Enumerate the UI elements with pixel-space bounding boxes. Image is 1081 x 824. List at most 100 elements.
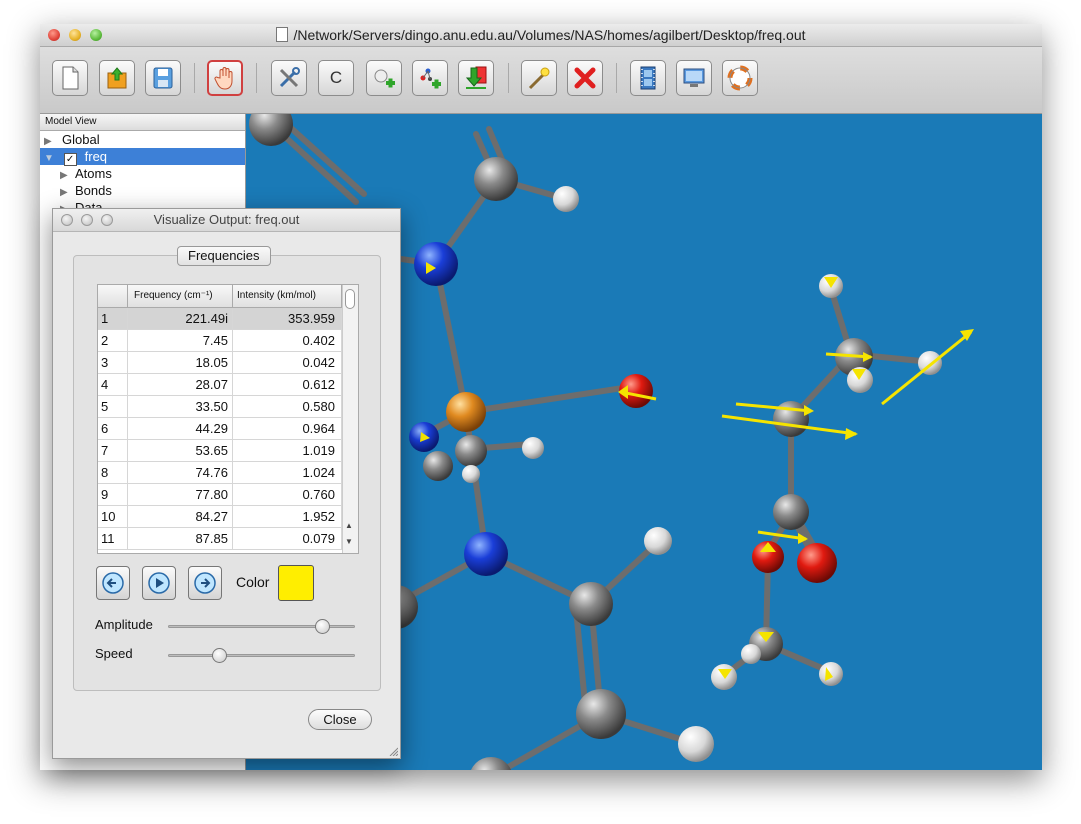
intensity-cell: 0.042	[233, 352, 342, 373]
build-tools-icon	[279, 67, 300, 88]
table-row[interactable]: 11 87.85 0.079	[98, 528, 342, 550]
vibration-vectors	[420, 262, 974, 681]
table-row[interactable]: 9 77.80 0.760	[98, 484, 342, 506]
frequency-cell: 18.05	[128, 352, 233, 373]
table-row[interactable]: 8 74.76 1.024	[98, 462, 342, 484]
frequency-cell: 77.80	[128, 484, 233, 505]
film-icon	[640, 66, 656, 90]
column-header-index[interactable]	[98, 285, 128, 307]
dialog-zoom-button[interactable]	[101, 214, 113, 226]
frequency-cell: 28.07	[128, 374, 233, 395]
intensity-cell: 1.024	[233, 462, 342, 483]
new-file-button[interactable]	[52, 60, 88, 96]
table-row[interactable]: 4 28.07 0.612	[98, 374, 342, 396]
frequency-cell: 53.65	[128, 440, 233, 461]
close-button[interactable]: Close	[308, 709, 372, 730]
table-row[interactable]: 3 18.05 0.042	[98, 352, 342, 374]
row-index-cell: 2	[98, 330, 128, 351]
monitor-icon	[683, 68, 705, 87]
play-animation-button[interactable]	[142, 566, 176, 600]
dialog-minimize-button[interactable]	[81, 214, 93, 226]
add-atom-button[interactable]	[366, 60, 402, 96]
frequency-cell: 44.29	[128, 418, 233, 439]
table-row[interactable]: 10 84.27 1.952	[98, 506, 342, 528]
row-index-cell: 7	[98, 440, 128, 461]
intensity-cell: 0.402	[233, 330, 342, 351]
frequency-cell: 221.49i	[128, 308, 233, 329]
wand-button[interactable]	[521, 60, 557, 96]
hand-tool-icon	[214, 67, 233, 90]
row-index-cell: 8	[98, 462, 128, 483]
open-file-icon	[107, 67, 127, 89]
frequencies-tab[interactable]: Frequencies	[177, 246, 271, 266]
scrollbar-thumb[interactable]	[345, 289, 355, 309]
tree-item-bonds[interactable]: ▶ Bonds	[40, 182, 245, 199]
speed-slider[interactable]	[168, 648, 355, 663]
next-mode-button[interactable]	[188, 566, 222, 600]
right-arrow-icon	[194, 572, 216, 594]
toolbar-separator	[508, 63, 509, 93]
table-row[interactable]: 5 33.50 0.580	[98, 396, 342, 418]
speed-label: Speed	[95, 646, 133, 661]
amplitude-slider[interactable]	[168, 619, 355, 634]
toolbar-separator	[616, 63, 617, 93]
table-row[interactable]: 7 53.65 1.019	[98, 440, 342, 462]
intensity-cell: 0.612	[233, 374, 342, 395]
add-atom-icon	[374, 69, 395, 88]
toolbar-separator	[194, 63, 195, 93]
column-header-frequency[interactable]: Frequency (cm⁻¹)	[128, 285, 233, 307]
previous-mode-button[interactable]	[96, 566, 130, 600]
frequency-cell: 74.76	[128, 462, 233, 483]
amplitude-label: Amplitude	[95, 617, 153, 632]
movie-button[interactable]	[630, 60, 666, 96]
intensity-cell: 1.952	[233, 506, 342, 527]
row-index-cell: 5	[98, 396, 128, 417]
carbon-label: C	[329, 68, 343, 87]
resize-grip-icon[interactable]	[388, 746, 398, 756]
table-row[interactable]: 1 221.49i 353.959	[98, 308, 342, 330]
column-header-intensity[interactable]: Intensity (km/mol)	[233, 285, 342, 307]
tree-item-label: Atoms	[75, 166, 112, 181]
table-row[interactable]: 6 44.29 0.964	[98, 418, 342, 440]
carbon-element-button[interactable]: C	[318, 60, 354, 96]
table-header: Frequency (cm⁻¹) Intensity (km/mol)	[98, 285, 342, 308]
scroll-up-icon[interactable]: ▲	[345, 521, 353, 530]
color-swatch-button[interactable]	[278, 565, 314, 601]
intensity-cell: 1.019	[233, 440, 342, 461]
hand-tool-button[interactable]	[207, 60, 243, 96]
title-bar[interactable]: /Network/Servers/dingo.anu.edu.au/Volume…	[40, 24, 1042, 47]
row-index-cell: 1	[98, 308, 128, 329]
import-button[interactable]	[458, 60, 494, 96]
window-title: /Network/Servers/dingo.anu.edu.au/Volume…	[293, 27, 806, 43]
open-file-button[interactable]	[99, 60, 135, 96]
intensity-cell: 0.079	[233, 528, 342, 549]
frequency-cell: 7.45	[128, 330, 233, 351]
scroll-down-icon[interactable]: ▼	[345, 537, 353, 546]
display-button[interactable]	[676, 60, 712, 96]
row-index-cell: 3	[98, 352, 128, 373]
tree-item-freq[interactable]: ▼ ✓ freq	[40, 148, 245, 166]
toolbar: C	[40, 47, 1042, 114]
save-button[interactable]	[145, 60, 181, 96]
table-row[interactable]: 2 7.45 0.402	[98, 330, 342, 352]
intensity-cell: 0.760	[233, 484, 342, 505]
toolbar-separator	[256, 63, 257, 93]
help-button[interactable]	[722, 60, 758, 96]
tree-item-label: Bonds	[75, 183, 112, 198]
build-tools-button[interactable]	[271, 60, 307, 96]
help-lifebuoy-icon	[727, 65, 753, 91]
wand-icon	[528, 67, 550, 90]
dialog-title: Visualize Output: freq.out	[153, 212, 300, 227]
dialog-title-bar[interactable]: Visualize Output: freq.out	[53, 209, 400, 232]
delete-button[interactable]	[567, 60, 603, 96]
document-icon	[276, 27, 289, 42]
add-fragment-button[interactable]	[412, 60, 448, 96]
tree-item-global[interactable]: ▶ Global	[40, 131, 245, 148]
tree-item-atoms[interactable]: ▶ Atoms	[40, 165, 245, 182]
table-body: 1 221.49i 353.959 2 7.45 0.402 3 18.05 0.042 4 28.…	[98, 308, 342, 550]
frequency-table[interactable]: Frequency (cm⁻¹) Intensity (km/mol) 1 221…	[97, 284, 359, 554]
import-icon	[465, 66, 487, 89]
delete-icon	[574, 67, 596, 89]
table-scrollbar[interactable]: ▲ ▼	[342, 285, 358, 553]
dialog-close-button[interactable]	[61, 214, 73, 226]
